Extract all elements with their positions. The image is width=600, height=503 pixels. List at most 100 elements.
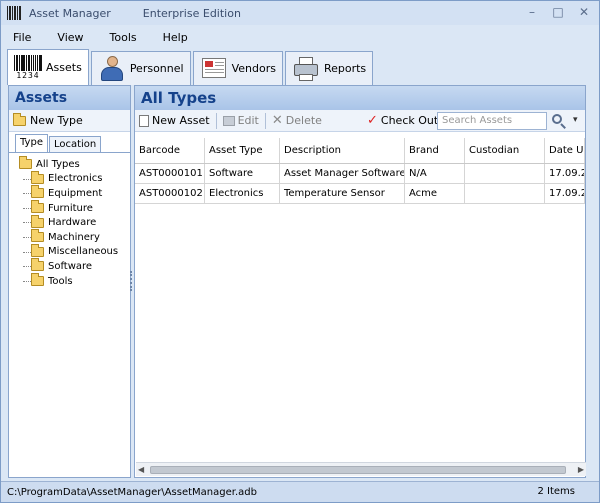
- check-icon: ✓: [367, 112, 378, 128]
- toolbar-separator: [215, 112, 217, 129]
- person-icon: [98, 55, 126, 82]
- column-header-brand[interactable]: Brand: [405, 138, 465, 163]
- cell-asset-type: Electronics: [205, 184, 280, 203]
- edit-button[interactable]: Edit: [222, 114, 259, 127]
- minimize-button[interactable]: –: [521, 3, 543, 21]
- new-asset-label: New Asset: [152, 114, 210, 127]
- column-header-description[interactable]: Description: [280, 138, 405, 163]
- tree-item-label: Software: [48, 260, 93, 272]
- maximize-button[interactable]: □: [547, 3, 569, 21]
- new-document-icon: [139, 114, 149, 127]
- left-panel: Assets New Type Type Location All Types …: [8, 85, 131, 478]
- cell-brand: N/A: [405, 164, 465, 183]
- tree-item-label: Tools: [48, 275, 73, 287]
- tab-vendors-label: Vendors: [231, 62, 276, 75]
- left-panel-title: Assets: [9, 86, 130, 110]
- module-tabs: 1234 Assets Personnel Vendors Reports: [7, 49, 375, 85]
- column-header-date[interactable]: Date Up: [545, 138, 585, 163]
- tab-vendors[interactable]: Vendors: [192, 51, 283, 85]
- tab-assets[interactable]: 1234 Assets: [7, 49, 89, 85]
- cell-description: Temperature Sensor: [280, 184, 405, 203]
- subtab-location[interactable]: Location: [48, 136, 102, 152]
- menu-file[interactable]: File: [13, 31, 31, 44]
- folder-icon: [31, 243, 44, 257]
- column-header-custodian[interactable]: Custodian: [465, 138, 545, 163]
- tree-item-electronics[interactable]: Electronics: [19, 170, 130, 187]
- table-row[interactable]: AST0000101 Software Asset Manager Softwa…: [135, 164, 585, 184]
- scroll-right-icon[interactable]: ▶: [578, 465, 584, 474]
- folder-icon: [31, 273, 44, 287]
- cell-date: 17.09.20: [545, 164, 585, 183]
- table-row[interactable]: AST0000102 Electronics Temperature Senso…: [135, 184, 585, 204]
- cell-brand: Acme: [405, 184, 465, 203]
- tree-item-miscellaneous[interactable]: Miscellaneous: [19, 243, 130, 260]
- asset-toolbar: New Asset Edit ✕ Delete ✓ Check Out Sear…: [135, 110, 585, 132]
- status-item-count: 2 Items: [537, 486, 575, 497]
- folder-icon: [31, 170, 44, 184]
- cell-custodian: [465, 184, 545, 203]
- tab-assets-label: Assets: [46, 61, 82, 74]
- delete-label: Delete: [285, 114, 322, 127]
- panel-splitter[interactable]: [130, 271, 133, 291]
- app-window: Asset Manager Enterprise Edition – □ ✕ F…: [0, 0, 600, 503]
- open-folder-icon: [19, 156, 32, 170]
- subtab-type[interactable]: Type: [15, 134, 48, 152]
- column-header-barcode[interactable]: Barcode: [135, 138, 205, 163]
- cell-description: Asset Manager Software: [280, 164, 405, 183]
- type-tree: All Types Electronics Equipment Furnitur…: [9, 153, 130, 288]
- window-edition: Enterprise Edition: [142, 6, 241, 20]
- tree-item-software[interactable]: Software: [19, 258, 130, 274]
- scroll-left-icon[interactable]: ◀: [138, 465, 144, 474]
- menu-tools[interactable]: Tools: [110, 31, 137, 44]
- tree-item-hardware[interactable]: Hardware: [19, 214, 130, 230]
- chevron-down-icon[interactable]: ▾: [573, 115, 578, 125]
- printer-icon: [292, 56, 320, 82]
- window-controls: – □ ✕: [521, 3, 595, 21]
- menu-bar: File View Tools Help: [1, 27, 599, 47]
- cell-custodian: [465, 164, 545, 183]
- folder-icon: [31, 258, 44, 272]
- delete-icon: ✕: [271, 112, 283, 128]
- horizontal-scrollbar[interactable]: ◀ ▶: [136, 462, 586, 476]
- close-button[interactable]: ✕: [573, 3, 595, 21]
- tree-item-all-types[interactable]: All Types: [19, 156, 130, 172]
- column-header-asset-type[interactable]: Asset Type: [205, 138, 280, 163]
- barcode-number: 1234: [16, 70, 40, 80]
- folder-icon: [31, 185, 44, 199]
- check-out-label: Check Out: [380, 114, 439, 127]
- status-bar: C:\ProgramData\AssetManager\AssetManager…: [1, 481, 599, 502]
- menu-view[interactable]: View: [57, 31, 83, 44]
- delete-button[interactable]: ✕ Delete: [271, 112, 322, 128]
- tab-personnel[interactable]: Personnel: [90, 51, 191, 85]
- menu-help[interactable]: Help: [163, 31, 188, 44]
- edit-icon: [222, 115, 235, 126]
- cell-barcode: AST0000102: [135, 184, 205, 203]
- tree-item-furniture[interactable]: Furniture: [19, 200, 130, 216]
- new-type-label: New Type: [30, 114, 83, 127]
- scrollbar-thumb[interactable]: [150, 466, 566, 474]
- tree-item-label: Furniture: [48, 202, 93, 214]
- left-subtabs: Type Location: [9, 134, 130, 153]
- title-bar[interactable]: Asset Manager Enterprise Edition – □ ✕: [1, 1, 599, 25]
- asset-grid: Barcode Asset Type Description Brand Cus…: [135, 138, 585, 462]
- grid-header: Barcode Asset Type Description Brand Cus…: [135, 138, 585, 164]
- search-icon[interactable]: [551, 113, 567, 129]
- check-out-button[interactable]: ✓ Check Out: [367, 112, 439, 128]
- cell-asset-type: Software: [205, 164, 280, 183]
- tab-reports-label: Reports: [323, 62, 367, 75]
- new-asset-button[interactable]: New Asset: [139, 114, 210, 127]
- tree-item-label: Machinery: [48, 231, 100, 243]
- tree-item-tools[interactable]: Tools: [19, 273, 130, 289]
- tree-item-equipment[interactable]: Equipment: [19, 185, 130, 201]
- tree-item-machinery[interactable]: Machinery: [19, 229, 130, 245]
- folder-icon: [13, 112, 26, 126]
- new-type-button[interactable]: New Type: [9, 110, 130, 132]
- cell-barcode: AST0000101: [135, 164, 205, 183]
- window-title: Asset Manager: [29, 6, 111, 20]
- tab-reports[interactable]: Reports: [284, 51, 374, 85]
- tree-item-label: All Types: [36, 158, 80, 170]
- search-input[interactable]: Search Assets: [437, 112, 547, 130]
- tree-item-label: Equipment: [48, 187, 103, 199]
- toolbar-separator: [264, 112, 266, 129]
- barcode-icon: 1234: [14, 54, 42, 81]
